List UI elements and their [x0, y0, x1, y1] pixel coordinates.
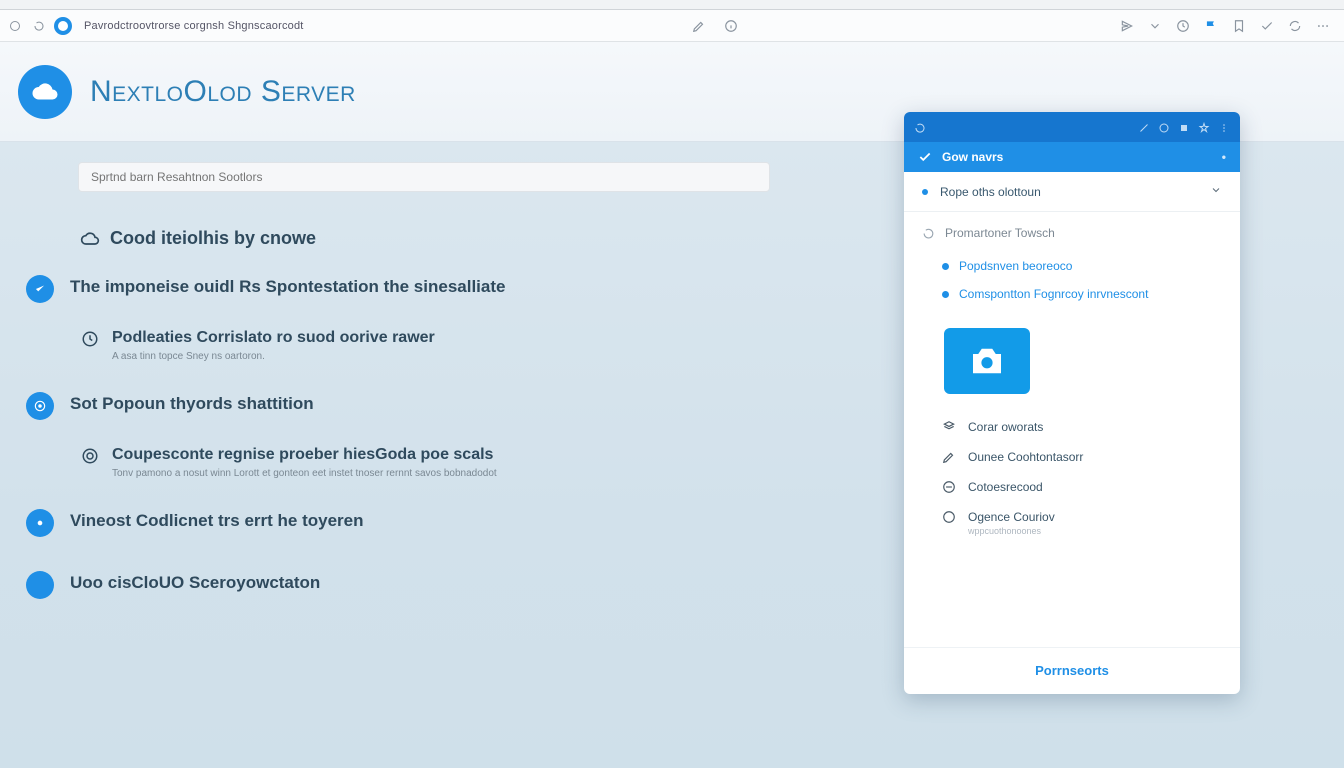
panel-footer-link[interactable]: Porrnseorts	[1035, 663, 1109, 678]
chevron-down-icon[interactable]	[1148, 19, 1162, 33]
section-heading-1: Cood iteiolhis by cnowe	[80, 228, 760, 249]
side-panel: Gow navrs • Rope oths olottoun Promarton…	[904, 112, 1240, 694]
clock-icon[interactable]	[1176, 19, 1190, 33]
chevron-down-icon	[1210, 184, 1222, 199]
check-icon[interactable]	[1260, 19, 1274, 33]
sub-item-title: Podleaties Corrislato ro suod oorive raw…	[112, 329, 435, 347]
target-icon	[80, 446, 100, 466]
panel-list-item[interactable]: Corar oworats	[938, 412, 1230, 442]
panel-section-label: Promartoner Towsch	[904, 212, 1240, 246]
pencil-icon	[942, 450, 956, 464]
sub-item[interactable]: Podleaties Corrislato ro suod oorive raw…	[80, 329, 760, 362]
more-icon[interactable]	[1316, 19, 1330, 33]
sync-icon[interactable]	[1288, 19, 1302, 33]
panel-list-item[interactable]: Cotoesrecood	[938, 472, 1230, 502]
panel-expand-row[interactable]: Rope oths olottoun	[904, 172, 1240, 212]
info-icon[interactable]	[724, 19, 738, 33]
item-title: Vineost Codlicnet trs errt he toyeren	[70, 511, 363, 531]
panel-link[interactable]: Popdsnven beoreoco	[938, 252, 1228, 280]
bullet-icon	[26, 275, 54, 303]
sub-item[interactable]: Coupesconte regnise proeber hiesGoda poe…	[80, 446, 760, 479]
nav-back-button[interactable]	[6, 17, 24, 35]
item-title: The imponeise ouidl Rs Spontestation the…	[70, 277, 505, 297]
sub-item-desc: A asa tinn topce Sney ns oartoron.	[112, 351, 435, 362]
bullet-icon	[26, 392, 54, 420]
list-item[interactable]: The imponeise ouidl Rs Spontestation the…	[26, 275, 760, 303]
edit-icon[interactable]	[692, 19, 706, 33]
sub-item-title: Coupesconte regnise proeber hiesGoda poe…	[112, 446, 497, 464]
nav-reload-button[interactable]	[30, 17, 48, 35]
page-body: Cood iteiolhis by cnowe The imponeise ou…	[0, 142, 1344, 768]
square-icon[interactable]	[1178, 121, 1190, 133]
star-icon[interactable]	[1198, 121, 1210, 133]
list-item[interactable]: Vineost Codlicnet trs errt he toyeren	[26, 509, 760, 537]
clock-icon	[80, 329, 100, 349]
camera-icon	[966, 340, 1008, 382]
panel-list: Corar oworats Ounee Coohtontasorr Cotoes…	[904, 408, 1240, 548]
share-icon[interactable]	[1120, 19, 1134, 33]
address-bar: Pavrodctroovtrorse corgnsh Shgnscaorcodt	[0, 10, 1344, 42]
flag-icon[interactable]	[1204, 19, 1218, 33]
panel-link[interactable]: Comspontton Fognrcoy inrvnescont	[938, 280, 1228, 308]
page-title: NextloOlod Server	[90, 75, 356, 109]
more-icon[interactable]	[1218, 121, 1230, 133]
bookmark-icon[interactable]	[1232, 19, 1246, 33]
side-panel-subheader: Gow navrs •	[904, 142, 1240, 172]
arrow-icon[interactable]	[1138, 121, 1150, 133]
site-identity-icon[interactable]	[54, 17, 72, 35]
check-icon	[918, 150, 932, 164]
item-title: Sot Popoun thyords shattition	[70, 394, 314, 414]
address-url[interactable]: Pavrodctroovtrorse corgnsh Shgnscaorcodt	[78, 20, 310, 32]
bullet-icon	[942, 291, 949, 298]
panel-footer: Porrnseorts	[904, 647, 1240, 694]
user-icon	[942, 420, 956, 434]
bullet-icon	[26, 571, 54, 599]
item-title: Uoo cisCloUO Sceroyowctaton	[70, 573, 320, 593]
list-item[interactable]: Uoo cisCloUO Sceroyowctaton	[26, 571, 760, 599]
circle-icon[interactable]	[1158, 121, 1170, 133]
panel-feature-tile[interactable]	[944, 328, 1030, 394]
minus-circle-icon	[942, 480, 956, 494]
refresh-icon	[922, 227, 935, 240]
bullet-icon	[942, 263, 949, 270]
sub-item-desc: Tonv pamono a nosut winn Lorott et gonte…	[112, 468, 497, 479]
panel-expand-label: Rope oths olottoun	[940, 185, 1041, 199]
panel-links: Popdsnven beoreoco Comspontton Fognrcoy …	[904, 246, 1240, 314]
app-logo	[18, 65, 72, 119]
window-top-strip	[0, 0, 1344, 10]
panel-list-item-sub: wppcuothonoones	[968, 526, 1055, 536]
dot-icon[interactable]: •	[1222, 150, 1226, 164]
bullet-icon	[26, 509, 54, 537]
section-heading-1-label: Cood iteiolhis by cnowe	[110, 228, 316, 249]
reload-icon[interactable]	[914, 121, 926, 133]
panel-list-item[interactable]: Ounee Coohtontasorr	[938, 442, 1230, 472]
search-input[interactable]	[91, 170, 757, 184]
circle-icon	[942, 510, 956, 524]
search-wrap	[78, 162, 770, 192]
panel-list-item[interactable]: Ogence Couriov wppcuothonoones	[938, 502, 1230, 544]
side-panel-titlebar	[904, 112, 1240, 142]
side-panel-sub-title: Gow navrs	[942, 150, 1003, 164]
dot-icon	[922, 189, 928, 195]
list-item[interactable]: Sot Popoun thyords shattition	[26, 392, 760, 420]
cloud-icon	[80, 229, 100, 249]
